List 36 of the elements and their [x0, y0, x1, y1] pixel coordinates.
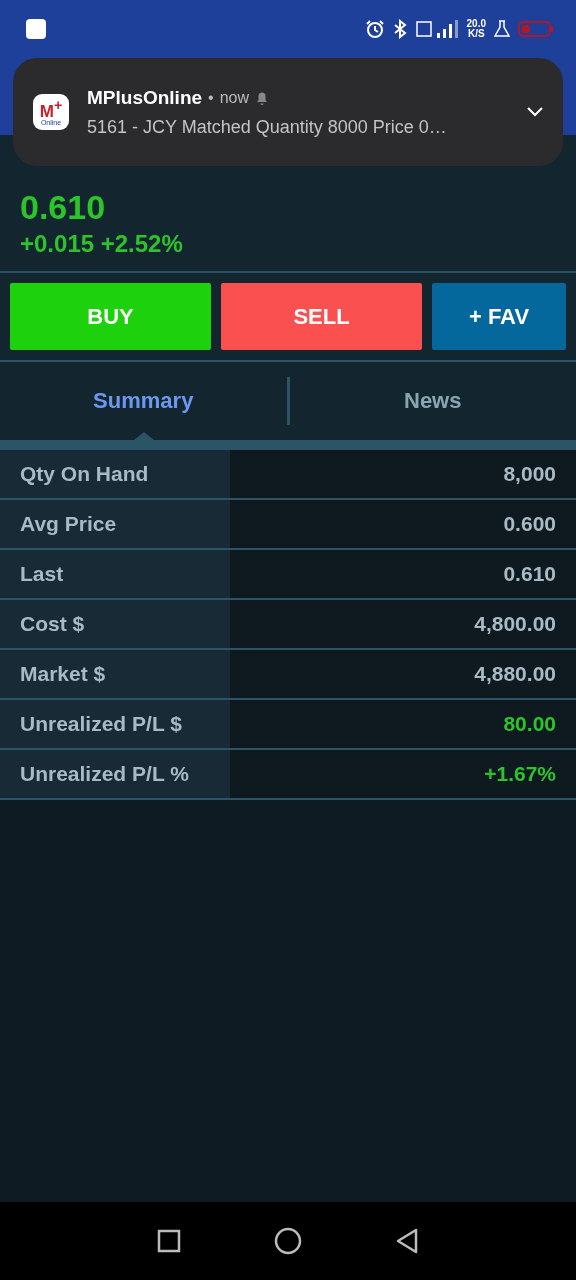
- row-label: Avg Price: [0, 500, 230, 548]
- row-value: 0.610: [503, 562, 556, 586]
- bluetooth-icon: [392, 18, 407, 39]
- row-label: Unrealized P/L $: [0, 700, 230, 748]
- row-value: 4,800.00: [474, 612, 556, 636]
- separator-dot: •: [208, 88, 214, 107]
- trade-button[interactable]: + FAV: [432, 283, 566, 350]
- home-icon[interactable]: [274, 1227, 302, 1255]
- trade-button[interactable]: SELL: [221, 283, 422, 350]
- tab[interactable]: News: [289, 362, 576, 440]
- row-label: Cost $: [0, 600, 230, 648]
- tab[interactable]: Summary: [0, 362, 287, 440]
- row-value: 8,000: [503, 462, 556, 486]
- row-label: Market $: [0, 650, 230, 698]
- chevron-down-icon[interactable]: [527, 107, 543, 117]
- alarm-icon: [364, 18, 385, 39]
- speed-value: 20.0: [466, 18, 486, 29]
- notification-app: MPlusOnline: [87, 86, 203, 109]
- notification-message: 5161 - JCY Matched Quantity 8000 Price 0…: [87, 116, 448, 138]
- row-value: +1.67%: [484, 762, 556, 786]
- back-icon[interactable]: [395, 1228, 420, 1254]
- row-value: 4,880.00: [474, 662, 556, 686]
- speed-unit: K/S: [467, 28, 485, 39]
- row-value: 0.600: [503, 512, 556, 536]
- row-label: Qty On Hand: [0, 450, 230, 498]
- battery-icon: [518, 19, 554, 38]
- signal-icon: [414, 18, 459, 39]
- row-value: 80.00: [503, 712, 556, 736]
- recents-icon[interactable]: [156, 1229, 181, 1253]
- flask-icon: [494, 19, 510, 38]
- price-change: +0.015 +2.52%: [20, 229, 184, 259]
- notification-time: now: [219, 88, 250, 107]
- row-label: Unrealized P/L %: [0, 750, 230, 798]
- stock-price: 0.610: [20, 187, 107, 228]
- app-icon: [26, 18, 46, 39]
- row-label: Last: [0, 550, 230, 598]
